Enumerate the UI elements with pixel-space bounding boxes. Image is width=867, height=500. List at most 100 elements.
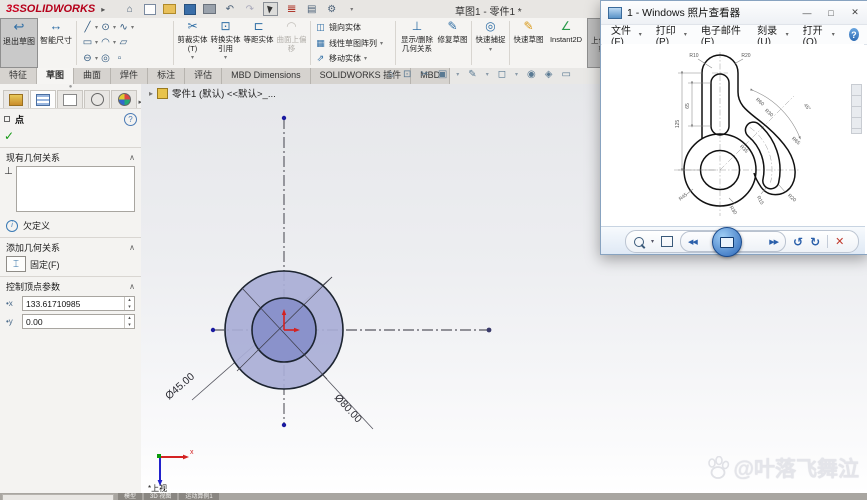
exit-sketch-button[interactable]: ↩ 退出草图	[0, 18, 38, 68]
undo-icon[interactable]: ↶	[223, 3, 236, 15]
tab-displaymanager[interactable]	[111, 90, 137, 108]
dim-text-inner-group[interactable]: Ø45.00	[163, 371, 197, 403]
line-tool-icon[interactable]: ╱	[81, 22, 94, 33]
tab-annotation[interactable]: 标注	[148, 68, 186, 84]
x-coordinate-value[interactable]: 133.61710985	[23, 299, 124, 309]
spline-tool-icon[interactable]: ∿	[117, 22, 130, 33]
zoom-fit-icon[interactable]: ⌂	[388, 69, 394, 80]
add-relations-header[interactable]: 添加几何关系 ∧	[0, 240, 141, 254]
tab-model[interactable]: 模型	[118, 493, 143, 500]
menu-flyout-arrow-icon[interactable]: ▸	[101, 5, 105, 14]
centerline-endpoint-bottom[interactable]	[281, 422, 287, 428]
view-settings-icon[interactable]: ▭	[561, 69, 570, 80]
rectangle-dropdown-icon[interactable]: ▾	[95, 39, 98, 46]
rebuild-icon[interactable]: 𝌆	[285, 3, 298, 15]
instant2d-button[interactable]: ∠ Instant2D	[545, 18, 587, 68]
next-button[interactable]: ▶▶	[769, 238, 779, 246]
linear-pattern-button[interactable]: ▦ 线性草图阵列 ▾	[315, 38, 393, 49]
spline-dropdown-icon[interactable]: ▾	[131, 24, 134, 31]
x-coordinate-field[interactable]: 133.61710985 ▴ ▾	[22, 296, 135, 311]
vertex-params-header[interactable]: 控制顶点参数 ∧	[0, 279, 141, 293]
display-style-dropdown-icon[interactable]: ▾	[486, 71, 489, 78]
dim-text-outer[interactable]: Ø80.00	[332, 392, 364, 425]
trim-dropdown-icon[interactable]: ▾	[191, 54, 194, 63]
x-spin-down-icon[interactable]: ▾	[128, 304, 131, 309]
tab-evaluate[interactable]: 评估	[185, 68, 223, 84]
select-tool-button[interactable]	[263, 2, 279, 16]
new-document-icon[interactable]	[143, 3, 156, 15]
hide-show-dropdown-icon[interactable]: ▾	[515, 71, 518, 78]
quick-sketch-button[interactable]: ✎ 快速草图	[512, 18, 545, 68]
mirror-entities-button[interactable]: ◫ 镜向实体	[315, 22, 393, 33]
tree-part-label[interactable]: 零件1 (默认) <<默认>_...	[172, 86, 276, 100]
panel-scrollbar[interactable]	[2, 494, 114, 500]
ellipse-tool-icon[interactable]: ▱	[117, 37, 130, 48]
hide-show-items-icon[interactable]: ◻	[498, 69, 506, 80]
polygon-tool-icon[interactable]: ◎	[99, 53, 112, 64]
panel-help-icon[interactable]: ?	[124, 112, 137, 126]
home-icon[interactable]: ⌂	[123, 3, 136, 15]
centerline-endpoint-right[interactable]	[486, 327, 492, 333]
arc-dropdown-icon[interactable]: ▾	[113, 39, 116, 46]
previous-button[interactable]: ◀◀	[688, 238, 698, 246]
maximize-button[interactable]: □	[819, 5, 843, 21]
rotate-counterclockwise-button[interactable]: ↺	[793, 236, 803, 248]
zoom-area-icon[interactable]: ⊡	[403, 69, 411, 80]
minimize-button[interactable]: —	[795, 5, 819, 21]
file-properties-icon[interactable]: ▤	[305, 3, 318, 15]
convert-dropdown-icon[interactable]: ▾	[224, 54, 227, 63]
tab-featuremanager-tree[interactable]	[3, 90, 29, 108]
move-entities-button[interactable]: ⇗ 移动实体 ▾	[315, 53, 393, 64]
save-icon[interactable]	[183, 3, 196, 15]
circle-tool-icon[interactable]: ⊙	[99, 22, 112, 33]
y-coordinate-value[interactable]: 0.00	[23, 317, 124, 327]
section-view-icon[interactable]: ✂	[420, 69, 428, 80]
y-coordinate-field[interactable]: 0.00 ▴ ▾	[22, 314, 135, 329]
y-spinner[interactable]: ▴ ▾	[124, 315, 134, 328]
dim-text-inner[interactable]: Ø45.00	[163, 371, 197, 403]
photo-viewer-window[interactable]: 1 - Windows 照片查看器 — □ ✕ 文件(F) ▾ 打印(P) ▾ 电子…	[600, 0, 867, 257]
relations-listbox[interactable]	[16, 166, 135, 212]
display-style-icon[interactable]: ✎	[468, 69, 476, 80]
move-dropdown-icon[interactable]: ▾	[364, 55, 367, 62]
tab-surfaces[interactable]: 曲面	[74, 68, 112, 84]
y-spin-down-icon[interactable]: ▾	[128, 322, 131, 327]
display-relations-button[interactable]: ⊥ 显示/删除 几何关系	[398, 18, 436, 68]
ok-checkmark-button[interactable]: ✓	[0, 129, 141, 145]
tab-configurationmanager[interactable]	[57, 90, 83, 108]
existing-relations-collapse-icon[interactable]: ∧	[129, 153, 135, 162]
slideshow-button[interactable]	[712, 227, 743, 257]
view-orientation-dropdown-icon[interactable]: ▾	[456, 71, 459, 78]
tab-propertymanager[interactable]	[30, 90, 56, 108]
fit-to-window-icon[interactable]	[661, 236, 674, 247]
tree-expand-icon[interactable]: ▸	[149, 89, 153, 98]
tab-sketch[interactable]: 草图	[37, 68, 75, 84]
delete-button[interactable]: ✕	[835, 235, 844, 248]
quick-snap-dropdown-icon[interactable]: ▾	[489, 46, 492, 55]
tab-mbd-dimensions[interactable]: MBD Dimensions	[222, 68, 311, 84]
tab-3d-views[interactable]: 3D 视图	[144, 493, 178, 500]
zoom-icon[interactable]	[634, 236, 644, 247]
fix-relation-button[interactable]: ⌶	[6, 256, 26, 272]
redo-icon[interactable]: ↷	[243, 3, 256, 15]
y-spin-up-icon[interactable]: ▴	[128, 316, 131, 321]
vertex-params-collapse-icon[interactable]: ∧	[129, 282, 135, 291]
options-gear-icon[interactable]: ⚙	[325, 3, 338, 15]
graphics-feature-tree[interactable]: ▸ 零件1 (默认) <<默认>_...	[149, 86, 276, 100]
tab-features[interactable]: 特征	[0, 68, 38, 84]
add-relations-collapse-icon[interactable]: ∧	[129, 243, 135, 252]
quick-snap-button[interactable]: ◎ 快速捕捉 ▾	[474, 18, 507, 68]
tab-motion-study[interactable]: 运动算例1	[179, 493, 219, 500]
linear-pattern-dropdown-icon[interactable]: ▾	[380, 40, 383, 47]
arc-tool-icon[interactable]: ◠	[99, 37, 112, 48]
smart-dimension-button[interactable]: ↔ 智能尺寸	[38, 18, 74, 68]
slot-tool-icon[interactable]: ⊖	[81, 53, 94, 64]
trim-entities-button[interactable]: ✂ 剪裁实体(T) ▾	[176, 18, 209, 68]
close-button[interactable]: ✕	[843, 5, 867, 21]
appearance-icon[interactable]: ◉	[527, 69, 536, 80]
open-document-icon[interactable]	[163, 3, 177, 15]
point-tool-icon[interactable]: ▫	[113, 53, 126, 64]
centerline-endpoint-top[interactable]	[281, 115, 287, 121]
circle-dropdown-icon[interactable]: ▾	[113, 24, 116, 31]
options-dropdown-icon[interactable]: ▾	[345, 3, 358, 15]
